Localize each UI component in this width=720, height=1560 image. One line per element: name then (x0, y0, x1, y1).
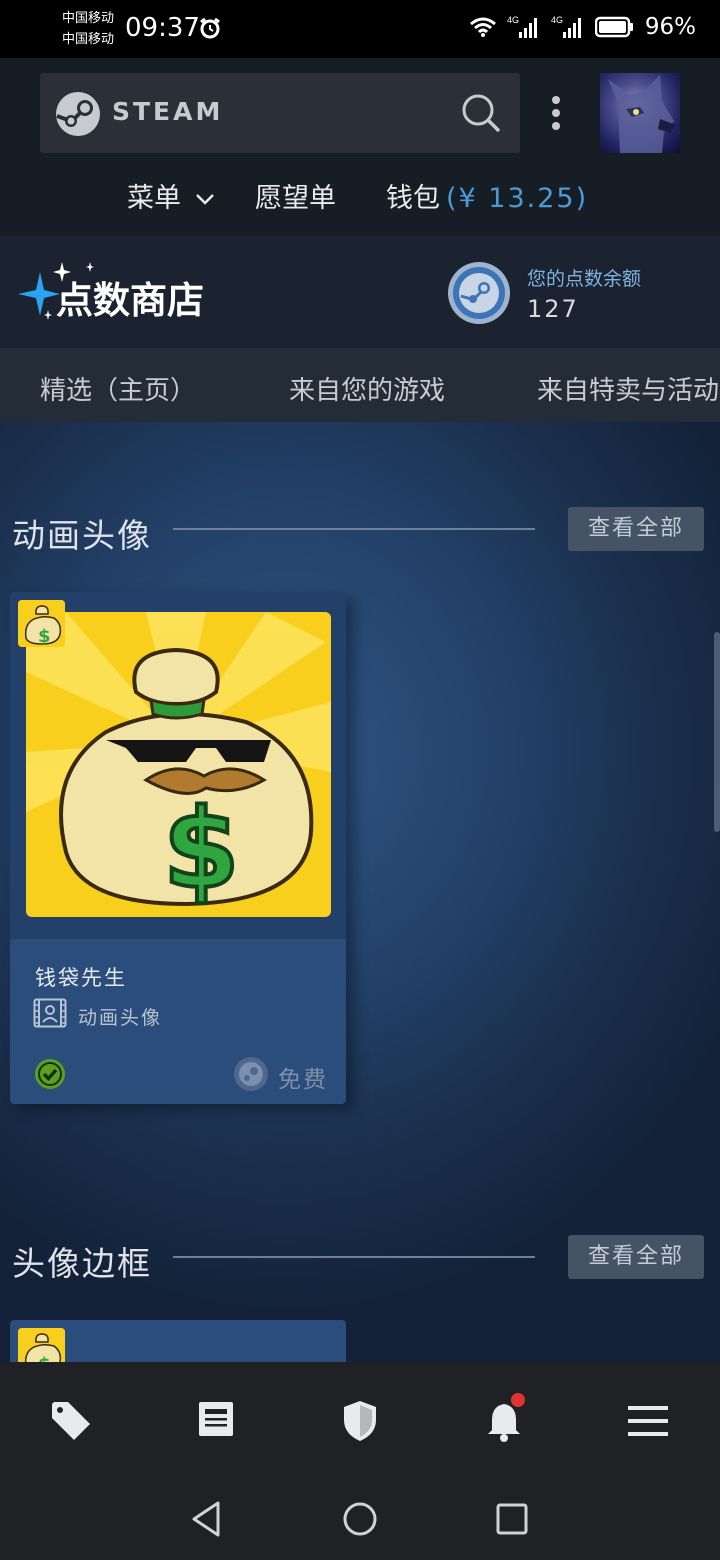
bell-icon[interactable] (486, 1392, 530, 1442)
menu-label: 菜单 (127, 183, 181, 214)
status-bar: 中国移动 中国移动 09:37 4G 4G 96% (0, 0, 720, 58)
shield-icon[interactable] (342, 1400, 378, 1442)
tab-sales-events[interactable]: 来自特卖与活动 (537, 370, 719, 407)
battery-icon (594, 16, 633, 38)
carrier-info: 中国移动 中国移动 (62, 8, 114, 50)
alarm-icon (200, 17, 220, 39)
card-image-area: $ $ (10, 592, 346, 939)
item-price: 免费 (278, 1067, 328, 1093)
money-bag-thumbnail-icon: $ (18, 1328, 65, 1362)
chevron-down-icon (195, 194, 214, 205)
svg-text:$: $ (38, 626, 51, 647)
steam-header: STEAM 菜单 愿望单 钱包 (¥ 13.25) (0, 58, 720, 236)
view-all-avatar-frames-button[interactable]: 查看全部 (568, 1235, 704, 1279)
section-divider (173, 1256, 535, 1258)
news-icon[interactable] (198, 1400, 234, 1438)
wolf-avatar-icon (608, 75, 676, 153)
wallet-label: 钱包 (386, 183, 440, 214)
shop-tabs: 精选（主页） 来自您的游戏 来自特卖与活动 (0, 348, 720, 422)
item-card[interactable]: $ (10, 1320, 346, 1362)
wallet-balance: (¥ 13.25) (446, 183, 589, 214)
view-all-animated-avatars-button[interactable]: 查看全部 (568, 507, 704, 551)
item-preview-image: $ (26, 612, 331, 917)
steam-points-coin-icon (448, 262, 510, 324)
wishlist-link[interactable]: 愿望单 (255, 176, 336, 215)
header-nav: 菜单 愿望单 钱包 (¥ 13.25) (0, 176, 720, 216)
scrollbar[interactable] (714, 632, 720, 832)
status-icons: 4G 4G 96% (469, 14, 696, 40)
steam-points-coin-icon (234, 1057, 268, 1091)
points-shop-title: 点数商店 (56, 279, 204, 322)
main-content: 动画头像 查看全部 $ $ 钱袋先生 动画头像 免费 头像边框 查看全部 (0, 422, 720, 1362)
wifi-icon (469, 17, 496, 37)
hamburger-menu-icon[interactable] (628, 1406, 668, 1436)
network-type-2: 4G (551, 15, 563, 25)
item-thumbnail: $ (18, 1328, 65, 1362)
cellular-signal-icon: 4G (551, 15, 581, 38)
animated-avatar-type-icon (33, 998, 67, 1028)
back-icon[interactable] (190, 1500, 222, 1538)
points-balance-value: 127 (527, 295, 579, 323)
points-balance-label: 您的点数余额 (527, 268, 642, 290)
search-icon[interactable] (460, 92, 502, 134)
home-icon[interactable] (342, 1500, 378, 1538)
points-shop-header: 点数商店 您的点数余额 127 (0, 236, 720, 348)
carrier-1: 中国移动 (62, 11, 115, 26)
svg-text:$: $ (38, 1354, 51, 1362)
avatar[interactable] (600, 73, 680, 153)
item-card[interactable]: $ $ 钱袋先生 动画头像 免费 (10, 592, 346, 1104)
steam-logo-icon (56, 92, 100, 136)
section-title-avatar-frames: 头像边框 (12, 1244, 152, 1283)
section-divider (173, 528, 535, 530)
steam-wordmark: STEAM (112, 97, 224, 126)
bottom-nav (0, 1362, 720, 1560)
section-title-animated-avatars: 动画头像 (12, 516, 152, 555)
more-options-icon[interactable] (552, 96, 560, 135)
recents-icon[interactable] (496, 1500, 528, 1538)
item-name: 钱袋先生 (35, 966, 127, 990)
item-type: 动画头像 (78, 1007, 163, 1029)
tab-from-your-games[interactable]: 来自您的游戏 (289, 370, 445, 407)
search-bar[interactable]: STEAM (40, 73, 520, 153)
cellular-signal-icon: 4G (507, 15, 537, 38)
money-bag-artwork-icon: $ (26, 612, 331, 917)
carrier-2: 中国移动 (62, 32, 115, 47)
item-thumbnail: $ (18, 600, 65, 647)
menu-dropdown[interactable]: 菜单 (127, 176, 216, 215)
money-bag-thumbnail-icon: $ (18, 600, 65, 647)
owned-check-icon (35, 1059, 65, 1089)
tab-featured[interactable]: 精选（主页） (40, 370, 196, 407)
svg-text:$: $ (163, 785, 240, 913)
network-type-1: 4G (507, 15, 519, 25)
wallet-link[interactable]: 钱包 (¥ 13.25) (386, 176, 588, 215)
battery-percent: 96% (644, 14, 696, 40)
tag-icon[interactable] (50, 1400, 92, 1442)
clock: 09:37 (125, 13, 200, 43)
